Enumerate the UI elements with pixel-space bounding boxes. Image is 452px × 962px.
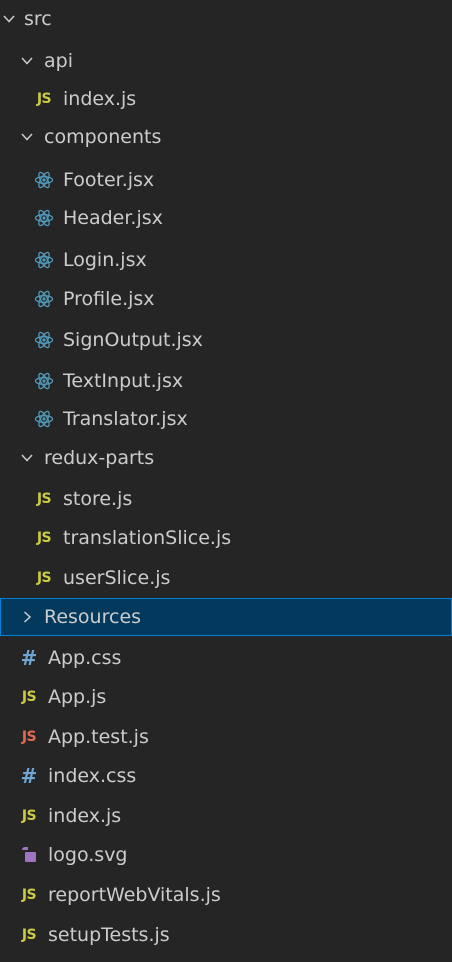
file-label: translationSlice.js xyxy=(63,527,232,549)
react-icon xyxy=(32,409,56,429)
file-setuptests-js[interactable]: JS setupTests.js xyxy=(0,916,452,954)
css-icon: # xyxy=(20,646,38,670)
js-test-icon: JS xyxy=(21,729,37,745)
svg-icon xyxy=(17,846,41,864)
file-label: store.js xyxy=(63,488,133,510)
file-header-jsx[interactable]: Header.jsx xyxy=(0,199,452,237)
folder-label: api xyxy=(44,50,73,72)
chevron-right-icon xyxy=(20,610,34,624)
file-profile-jsx[interactable]: Profile.jsx xyxy=(0,280,452,318)
file-label: Header.jsx xyxy=(63,207,163,229)
file-login-jsx[interactable]: Login.jsx xyxy=(0,241,452,279)
file-textinput-jsx[interactable]: TextInput.jsx xyxy=(0,362,452,400)
file-index-js[interactable]: JS index.js xyxy=(0,797,452,835)
file-label: SignOutput.jsx xyxy=(63,329,203,351)
folder-src[interactable]: src xyxy=(0,4,452,34)
react-icon xyxy=(32,371,56,391)
file-api-index-js[interactable]: JS index.js xyxy=(0,80,452,118)
js-icon: JS xyxy=(36,570,52,586)
chevron-down-icon xyxy=(20,54,34,68)
js-icon: JS xyxy=(21,689,37,705)
file-label: App.css xyxy=(48,647,122,669)
file-label: TextInput.jsx xyxy=(63,370,184,392)
file-label: Translator.jsx xyxy=(63,408,188,430)
folder-components[interactable]: components xyxy=(0,118,452,156)
js-icon: JS xyxy=(21,887,37,903)
file-label: App.js xyxy=(48,686,107,708)
js-icon: JS xyxy=(36,491,52,507)
file-label: setupTests.js xyxy=(48,924,170,946)
file-app-css[interactable]: # App.css xyxy=(0,639,452,677)
folder-label: redux-parts xyxy=(44,447,155,469)
file-label: App.test.js xyxy=(48,726,149,748)
file-label: logo.svg xyxy=(48,844,128,866)
chevron-down-icon xyxy=(20,130,34,144)
js-icon: JS xyxy=(36,91,52,107)
file-label: userSlice.js xyxy=(63,567,171,589)
js-icon: JS xyxy=(21,808,37,824)
file-label: Profile.jsx xyxy=(63,288,155,310)
folder-resources[interactable]: Resources xyxy=(0,598,452,636)
file-logo-svg[interactable]: logo.svg xyxy=(0,836,452,874)
file-translationslice-js[interactable]: JS translationSlice.js xyxy=(0,519,452,557)
folder-label: src xyxy=(24,8,52,30)
file-label: reportWebVitals.js xyxy=(48,884,221,906)
react-icon xyxy=(32,170,56,190)
chevron-down-icon xyxy=(2,12,16,26)
chevron-down-icon xyxy=(20,451,34,465)
folder-redux-parts[interactable]: redux-parts xyxy=(0,439,452,477)
file-reportwebvitals-js[interactable]: JS reportWebVitals.js xyxy=(0,876,452,914)
js-icon: JS xyxy=(21,927,37,943)
react-icon xyxy=(32,250,56,270)
file-app-js[interactable]: JS App.js xyxy=(0,678,452,716)
file-footer-jsx[interactable]: Footer.jsx xyxy=(0,161,452,199)
file-label: Login.jsx xyxy=(63,249,147,271)
folder-api[interactable]: api xyxy=(0,42,452,80)
file-signoutput-jsx[interactable]: SignOutput.jsx xyxy=(0,321,452,359)
file-label: index.css xyxy=(48,765,137,787)
css-icon: # xyxy=(20,764,38,788)
file-label: index.js xyxy=(63,88,137,110)
react-icon xyxy=(32,330,56,350)
file-label: Footer.jsx xyxy=(63,169,155,191)
file-app-test-js[interactable]: JS App.test.js xyxy=(0,718,452,756)
file-index-css[interactable]: # index.css xyxy=(0,757,452,795)
js-icon: JS xyxy=(36,530,52,546)
file-label: index.js xyxy=(48,805,122,827)
file-userslice-js[interactable]: JS userSlice.js xyxy=(0,559,452,597)
folder-label: components xyxy=(44,126,162,148)
react-icon xyxy=(32,289,56,309)
react-icon xyxy=(32,208,56,228)
file-translator-jsx[interactable]: Translator.jsx xyxy=(0,400,452,438)
file-store-js[interactable]: JS store.js xyxy=(0,480,452,518)
folder-label: Resources xyxy=(44,606,142,628)
